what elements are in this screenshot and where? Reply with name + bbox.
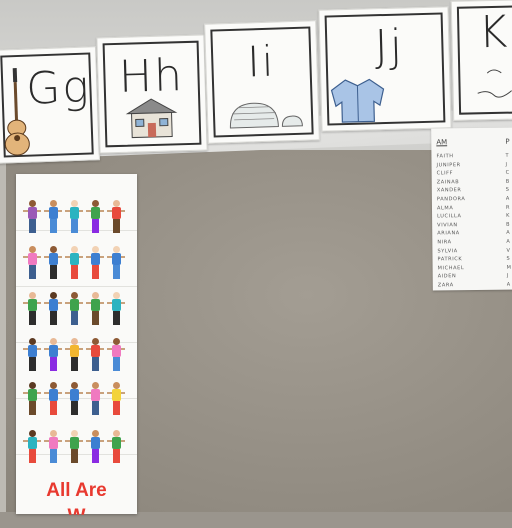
name-item: LUCILLA <box>437 213 462 220</box>
name-item: MICHAEL <box>437 264 465 272</box>
card-letters: Hh <box>118 50 185 103</box>
am-name-list: FAITH JUNIPER CLIFF ZAINAB XANDER PANDOR… <box>436 152 466 290</box>
kite-icon <box>477 69 512 98</box>
name-item: B <box>505 178 510 185</box>
child-figure <box>44 246 62 284</box>
child-figure <box>44 382 62 420</box>
child-figure <box>65 382 83 420</box>
child-figure <box>86 338 104 376</box>
card-letters: Jj <box>374 20 405 73</box>
child-figure <box>65 338 83 376</box>
child-figure <box>86 382 104 420</box>
child-figure <box>107 382 125 420</box>
alphabet-card-j: Jj <box>318 6 452 132</box>
children-row <box>22 292 132 332</box>
child-figure <box>65 430 83 468</box>
child-figure <box>44 430 62 468</box>
child-figure <box>65 246 83 284</box>
name-item: V <box>506 247 511 254</box>
child-figure <box>23 338 41 376</box>
name-item: JUNIPER <box>436 161 461 169</box>
name-item: A <box>506 281 511 288</box>
child-figure <box>86 246 104 284</box>
name-item: SYLVIA <box>437 247 458 254</box>
name-item: J <box>505 161 508 168</box>
pm-name-list: T J C B S A R K B A A V S M J A <box>505 152 512 290</box>
name-item: PATRICK <box>437 256 463 263</box>
alphabet-card-g: Gg <box>0 46 100 164</box>
alphabet-card-h: Hh <box>96 34 208 154</box>
name-item: XANDER <box>436 187 462 194</box>
guitar-icon <box>4 68 30 156</box>
all-are-welcome-poster: All Are W <box>16 174 137 515</box>
pm-header: P <box>505 137 510 146</box>
alphabet-card-i: Ii <box>204 20 320 144</box>
name-item: ZAINAB <box>436 178 460 186</box>
child-figure <box>107 338 125 376</box>
name-item: A <box>506 229 511 237</box>
name-item: NIRA <box>437 239 452 246</box>
child-figure <box>44 338 62 376</box>
child-figure <box>107 246 125 284</box>
child-figure <box>23 430 41 468</box>
name-item: ARIANA <box>437 230 460 237</box>
name-item: AIDEN <box>437 273 457 280</box>
name-item: ZARA <box>437 282 454 289</box>
child-figure <box>86 200 104 238</box>
name-item: CLIFF <box>436 170 454 177</box>
child-figure <box>44 200 62 238</box>
child-figure <box>107 292 125 330</box>
card-letters: Ii <box>246 36 277 87</box>
name-item: S <box>505 187 510 194</box>
name-item: M <box>506 264 512 271</box>
am-header: AM <box>436 138 448 147</box>
name-item: FAITH <box>436 153 454 160</box>
children-row <box>22 430 132 470</box>
children-row <box>22 246 132 286</box>
name-item: K <box>506 212 510 219</box>
child-figure <box>86 430 104 468</box>
class-names-sheet: AM P FAITH JUNIPER CLIFF ZAINAB XANDER P… <box>431 127 512 291</box>
child-figure <box>23 200 41 238</box>
name-item: T <box>505 152 510 159</box>
name-item: R <box>505 204 511 211</box>
alphabet-card-k: K <box>450 0 512 121</box>
jacket-icon <box>330 78 385 123</box>
name-item: J <box>506 272 509 280</box>
name-item: PANDORA <box>436 196 466 203</box>
child-figure <box>23 382 41 420</box>
name-item: A <box>506 238 511 245</box>
name-item: VIVIAN <box>437 221 458 229</box>
house-icon <box>125 98 178 139</box>
card-letters: K <box>477 6 510 59</box>
child-figure <box>86 292 104 330</box>
name-item: B <box>506 221 511 228</box>
poster-slogan-cut: W <box>67 506 86 527</box>
poster-slogan: All Are <box>46 480 107 501</box>
children-row <box>22 338 132 378</box>
name-item: A <box>505 195 510 202</box>
child-figure <box>44 292 62 330</box>
children-row <box>22 200 132 240</box>
child-figure <box>107 430 125 468</box>
child-figure <box>65 292 83 330</box>
name-item: S <box>506 255 511 262</box>
child-figure <box>23 246 41 284</box>
child-figure <box>23 292 41 330</box>
child-figure <box>107 200 125 238</box>
igloo-icon <box>229 102 303 129</box>
name-item: C <box>505 169 510 176</box>
board-frame <box>0 150 6 512</box>
child-figure <box>65 200 83 238</box>
poster-fold <box>16 286 137 287</box>
children-row <box>22 382 132 422</box>
name-item: ALMA <box>436 204 454 211</box>
